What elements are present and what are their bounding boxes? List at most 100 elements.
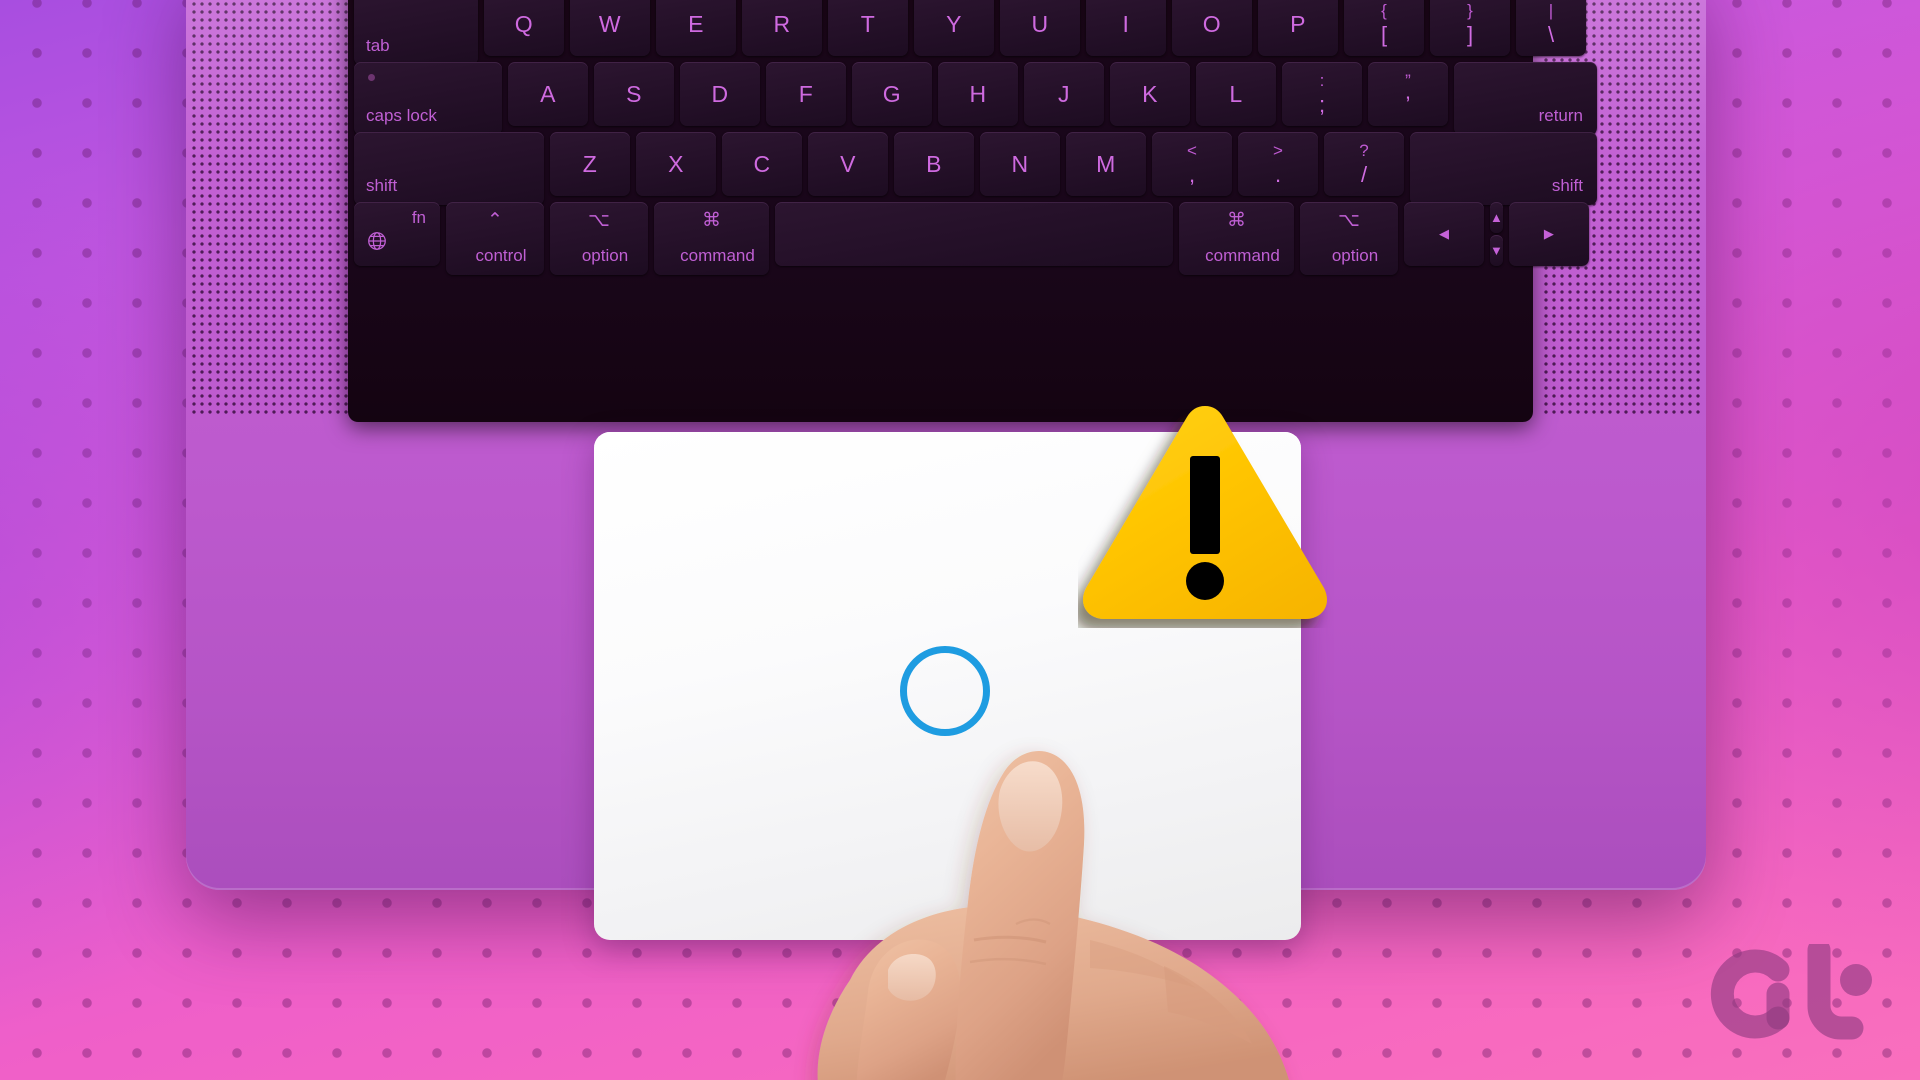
- key-f[interactable]: F: [766, 62, 846, 126]
- key-r[interactable]: R: [742, 0, 822, 56]
- key-space[interactable]: [775, 202, 1173, 266]
- key-arrow-left[interactable]: ◀: [1404, 202, 1484, 266]
- key-legend: C: [753, 150, 771, 177]
- key-legend: O: [1202, 10, 1222, 37]
- key-caps-lock[interactable]: caps lock: [354, 62, 502, 135]
- key-x[interactable]: X: [636, 132, 716, 196]
- key-s[interactable]: S: [594, 62, 674, 126]
- key-tab[interactable]: tab: [354, 0, 478, 65]
- key-legend: shift: [1551, 176, 1583, 195]
- key-k[interactable]: K: [1110, 62, 1190, 126]
- key-z[interactable]: Z: [550, 132, 630, 196]
- key-legend: J: [1058, 80, 1070, 107]
- key-legend: P: [1290, 10, 1306, 37]
- key-control[interactable]: ⌃ control: [446, 202, 544, 275]
- key-legend: S: [626, 80, 642, 107]
- globe-icon: [368, 232, 386, 250]
- key-arrow-up[interactable]: ▲: [1490, 202, 1503, 233]
- key-bracket-right[interactable]: }]: [1430, 0, 1510, 56]
- key-shift-left[interactable]: shift: [354, 132, 544, 205]
- key-command-right[interactable]: ⌘ command: [1179, 202, 1294, 275]
- key-arrow-down[interactable]: ▼: [1490, 235, 1503, 266]
- keyboard: ~`!1@2#3$4%5^6&7*8(9)0—-+=deletetabQWERT…: [348, 0, 1597, 422]
- key-j[interactable]: J: [1024, 62, 1104, 126]
- qwerty-row: tab Q W E R T Y U I O P {[}] | \: [348, 0, 1586, 65]
- key-option-left[interactable]: ⌥ option: [550, 202, 648, 275]
- home-row: caps lock A S D F G H J K L:; ”’ return: [348, 62, 1597, 135]
- key-arrow-up-down: ▲ ▼: [1490, 202, 1503, 266]
- key-legend: fn: [411, 208, 426, 227]
- key-bracket-left[interactable]: {[: [1344, 0, 1424, 56]
- key-o[interactable]: O: [1172, 0, 1252, 56]
- key-legend: >.: [1273, 140, 1283, 188]
- arrow-down-icon: ▼: [1490, 243, 1503, 258]
- key-legend-upper: >: [1273, 140, 1283, 160]
- key-legend: Z: [582, 150, 598, 177]
- key-fn-globe[interactable]: fn: [354, 202, 440, 266]
- key-legend-lower: .: [1274, 162, 1282, 188]
- key-d[interactable]: D: [680, 62, 760, 126]
- key-n[interactable]: N: [980, 132, 1060, 196]
- key-legend: :;: [1318, 71, 1326, 118]
- key-legend-upper: ”: [1405, 70, 1411, 90]
- key-legend: caps lock: [366, 106, 437, 125]
- key-a[interactable]: A: [508, 62, 588, 126]
- key-l[interactable]: L: [1196, 62, 1276, 126]
- key-m[interactable]: M: [1066, 132, 1146, 196]
- tap-ring-indicator: [900, 646, 990, 736]
- key-legend: }]: [1466, 1, 1474, 48]
- key-g[interactable]: G: [852, 62, 932, 126]
- key-legend: A: [540, 80, 556, 107]
- key-legend: option: [581, 246, 629, 265]
- key-legend-lower: [: [1380, 22, 1388, 48]
- key-legend: <,: [1187, 140, 1197, 186]
- key-b[interactable]: B: [894, 132, 974, 196]
- key-legend: option: [1331, 246, 1379, 265]
- key-period[interactable]: >.: [1238, 132, 1318, 196]
- key-legend-lower: ;: [1318, 92, 1326, 118]
- key-option-right[interactable]: ⌥ option: [1300, 202, 1398, 275]
- key-legend: shift: [366, 176, 398, 195]
- key-legend-lower: ]: [1466, 22, 1474, 48]
- key-legend: N: [1011, 150, 1029, 177]
- key-legend: W: [598, 10, 622, 37]
- key-e[interactable]: E: [656, 0, 736, 56]
- key-i[interactable]: I: [1086, 0, 1166, 56]
- key-legend: | \: [1547, 0, 1555, 48]
- key-w[interactable]: W: [570, 0, 650, 56]
- key-semicolon[interactable]: :;: [1282, 62, 1362, 126]
- key-arrow-right[interactable]: ▶: [1508, 202, 1589, 266]
- key-return[interactable]: return: [1454, 62, 1597, 135]
- key-legend-upper: {: [1381, 0, 1387, 20]
- key-t[interactable]: T: [828, 0, 908, 56]
- key-modifier-symbol: ⌥: [1338, 210, 1360, 231]
- key-comma[interactable]: <,: [1152, 132, 1232, 196]
- key-legend: Q: [514, 10, 534, 37]
- key-u[interactable]: U: [1000, 0, 1080, 56]
- logo-text: GT: [1686, 944, 1708, 948]
- key-shift-right[interactable]: shift: [1410, 132, 1597, 205]
- key-legend-upper: <: [1187, 140, 1197, 160]
- key-legend-upper: |: [1548, 0, 1554, 20]
- key-legend-upper: ?: [1359, 140, 1369, 160]
- key-legend: tab: [366, 36, 390, 55]
- key-command-left[interactable]: ⌘ command: [654, 202, 769, 275]
- key-modifier-symbol: ⌘: [702, 210, 721, 231]
- key-quote[interactable]: ”’: [1368, 62, 1448, 126]
- key-legend: command: [680, 246, 755, 265]
- key-legend: return: [1538, 106, 1583, 125]
- key-legend: ”’: [1405, 70, 1411, 116]
- key-legend-lower: \: [1547, 22, 1555, 48]
- bottom-row: fn ⌃ control ⌥ option ⌘ command ⌘ command ⌥ option…: [348, 202, 1589, 275]
- key-backslash[interactable]: | \: [1516, 0, 1586, 56]
- key-h[interactable]: H: [938, 62, 1018, 126]
- key-p[interactable]: P: [1258, 0, 1338, 56]
- caps-lock-indicator: [368, 74, 375, 81]
- key-c[interactable]: C: [722, 132, 802, 196]
- key-v[interactable]: V: [808, 132, 888, 196]
- key-y[interactable]: Y: [914, 0, 994, 56]
- key-slash[interactable]: ? /: [1324, 132, 1404, 196]
- key-q[interactable]: Q: [484, 0, 564, 56]
- key-legend: X: [668, 150, 684, 177]
- key-legend: L: [1229, 80, 1243, 107]
